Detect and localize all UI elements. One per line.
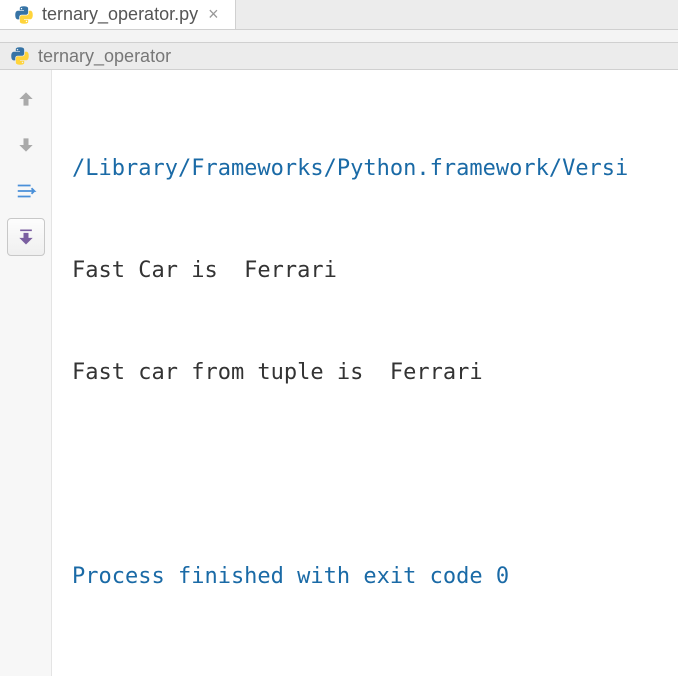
console-path: /Library/Frameworks/Python.framework/Ver… [72,152,678,186]
python-icon [10,46,30,66]
scroll-down-button[interactable] [7,126,45,164]
file-tab[interactable]: ternary_operator.py × [0,0,236,29]
scroll-to-end-button[interactable] [7,218,45,256]
run-config-header: ternary_operator [0,42,678,70]
console-line: Fast Car is Ferrari [72,254,678,288]
console-blank [72,458,678,492]
console-line: Fast car from tuple is Ferrari [72,356,678,390]
run-config-name: ternary_operator [38,46,171,67]
scroll-up-button[interactable] [7,80,45,118]
tab-filename: ternary_operator.py [42,4,198,25]
run-output-panel: /Library/Frameworks/Python.framework/Ver… [0,70,678,676]
tab-bar: ternary_operator.py × [0,0,678,30]
console-exit: Process finished with exit code 0 [72,560,678,594]
code-editor[interactable]: 1 2 3 4 5 6 7 8 9 is_fast = True car = "… [0,30,678,42]
soft-wrap-button[interactable] [7,172,45,210]
close-icon[interactable]: × [206,4,221,25]
console-output[interactable]: /Library/Frameworks/Python.framework/Ver… [52,70,678,676]
run-tool-column [0,70,52,676]
python-file-icon [14,5,34,25]
